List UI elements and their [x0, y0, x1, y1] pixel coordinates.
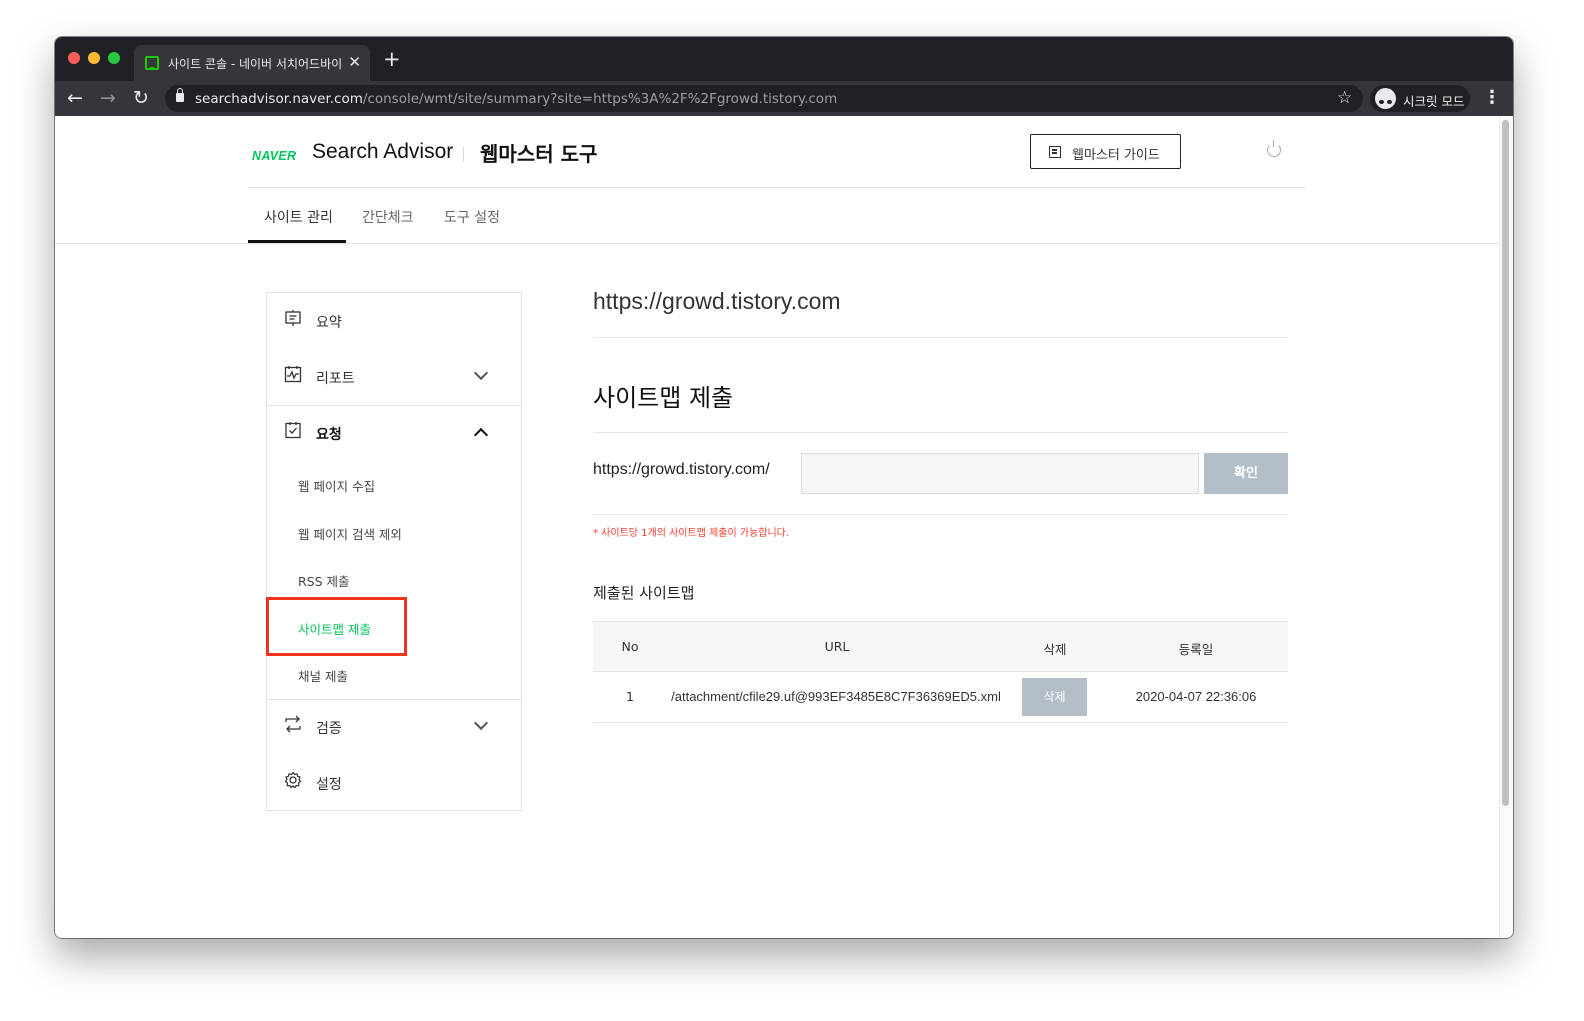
tab-quick-check[interactable]: 간단체크 — [362, 207, 414, 227]
site-url-heading: https://growd.tistory.com — [593, 288, 841, 314]
section-title: 사이트맵 제출 — [593, 384, 734, 412]
chevron-down-icon — [473, 365, 489, 381]
header-divider — [248, 187, 1306, 188]
sidebar-item-label: 설정 — [316, 777, 342, 793]
browser-toolbar: ← → ↻ searchadvisor.naver.com/console/wm… — [55, 81, 1513, 116]
swap-arrows-icon — [285, 715, 301, 733]
sidebar-item-label: 요청 — [316, 427, 342, 443]
report-icon — [284, 366, 302, 383]
highlight-annotation-box — [266, 597, 407, 656]
browser-tab[interactable]: 사이트 콘솔 - 네이버 서치어드바이저 ✕ — [134, 45, 370, 81]
sidebar-subitem-rss[interactable]: RSS 제출 — [298, 571, 350, 590]
scrollbar-thumb[interactable] — [1502, 120, 1509, 806]
summary-icon — [285, 310, 301, 326]
tab-title: 사이트 콘솔 - 네이버 서치어드바이저 — [168, 57, 343, 71]
column-header-date: 등록일 — [1178, 642, 1214, 657]
confirm-button[interactable]: 확인 — [1204, 453, 1288, 494]
sitemap-url-cell: /attachment/cfile29.uf@993EF3485E8C7F363… — [671, 689, 1001, 704]
brand-name[interactable]: Search Advisor — [312, 140, 453, 164]
sidebar-item-settings[interactable]: 설정 — [267, 755, 521, 811]
guide-button-label: 웹마스터 가이드 — [1072, 148, 1160, 163]
browser-window: 사이트 콘솔 - 네이버 서치어드바이저 ✕ + ← → ↻ searchadv… — [55, 37, 1513, 938]
chevron-up-icon — [473, 427, 489, 443]
sidebar-item-label: 리포트 — [316, 371, 355, 387]
maximize-window-button[interactable] — [108, 52, 120, 64]
back-arrow-icon[interactable]: ← — [67, 86, 83, 110]
vertical-scrollbar[interactable] — [1499, 116, 1513, 938]
minimize-window-button[interactable] — [88, 52, 100, 64]
page-title: 웹마스터 도구 — [480, 142, 598, 166]
clipboard-check-icon — [285, 422, 301, 439]
sidebar-item-summary[interactable]: 요약 — [267, 293, 521, 349]
content-divider — [593, 432, 1288, 433]
webmaster-guide-button[interactable]: 웹마스터 가이드 — [1030, 134, 1181, 169]
incognito-icon — [1375, 88, 1396, 109]
gear-icon — [284, 771, 302, 789]
forward-arrow-icon[interactable]: → — [100, 86, 116, 110]
site-favicon-icon — [145, 56, 159, 70]
url-text[interactable]: searchadvisor.naver.com/console/wmt/site… — [195, 91, 837, 107]
reload-icon[interactable]: ↻ — [133, 86, 149, 110]
url-host: searchadvisor.naver.com — [195, 91, 363, 107]
close-window-button[interactable] — [68, 52, 80, 64]
tab-site-management[interactable]: 사이트 관리 — [264, 207, 333, 227]
table-header: No URL 삭제 등록일 — [593, 621, 1288, 672]
content-divider — [593, 514, 1288, 515]
registered-date-cell: 2020-04-07 22:36:06 — [1135, 689, 1257, 704]
gnb-divider — [55, 243, 1499, 244]
sidebar-item-report[interactable]: 리포트 — [267, 349, 521, 405]
tab-bar: 사이트 콘솔 - 네이버 서치어드바이저 ✕ + — [55, 37, 1513, 81]
naver-logo[interactable]: NAVER — [252, 149, 296, 163]
document-icon — [1049, 146, 1061, 158]
sidebar-subitem-channel[interactable]: 채널 제출 — [298, 666, 348, 685]
sidebar-subitem-page-crawl[interactable]: 웹 페이지 수집 — [298, 476, 375, 495]
incognito-badge[interactable]: 시크릿 모드 — [1370, 85, 1470, 112]
sidebar-item-verify[interactable]: 검증 — [267, 699, 521, 755]
table-row: 1 /attachment/cfile29.uf@993EF3485E8C7F3… — [593, 672, 1288, 723]
delete-button[interactable]: 삭제 — [1022, 678, 1087, 716]
column-header-delete: 삭제 — [1043, 642, 1067, 657]
bookmark-star-icon[interactable]: ☆ — [1337, 85, 1352, 111]
sidebar: 요약 리포트 요청 웹 페이지 수집 웹 페이지 검색 제외 RSS 제출 사이… — [266, 292, 522, 811]
sitemap-url-prefix: https://growd.tistory.com/ — [593, 461, 770, 478]
page-viewport: NAVER Search Advisor 웹마스터 도구 웹마스터 가이드 사이… — [55, 116, 1513, 938]
logout-power-icon[interactable] — [1267, 140, 1281, 157]
tab-tool-settings[interactable]: 도구 설정 — [444, 207, 500, 227]
browser-menu-icon[interactable]: ⋮ — [1483, 85, 1501, 111]
sidebar-subitem-page-exclude[interactable]: 웹 페이지 검색 제외 — [298, 524, 402, 543]
sidebar-item-request[interactable]: 요청 — [267, 405, 521, 461]
sidebar-item-label: 검증 — [316, 721, 342, 737]
sitemap-url-input[interactable] — [801, 453, 1199, 494]
content-divider — [593, 337, 1288, 338]
sitemap-limit-note: * 사이트당 1개의 사이트맵 제출이 가능합니다. — [593, 528, 790, 539]
column-header-no: No — [621, 639, 639, 654]
new-tab-button[interactable]: + — [383, 48, 401, 70]
row-number: 1 — [626, 689, 634, 704]
chevron-down-icon — [473, 715, 489, 731]
brand-divider — [463, 147, 464, 162]
column-header-url: URL — [824, 639, 850, 654]
lock-icon — [176, 88, 184, 102]
submitted-sitemaps-title: 제출된 사이트맵 — [593, 584, 695, 602]
tab-close-icon[interactable]: ✕ — [348, 53, 361, 71]
url-path: /console/wmt/site/summary?site=https%3A%… — [362, 91, 838, 107]
sidebar-item-label: 요약 — [316, 315, 342, 331]
incognito-label: 시크릿 모드 — [1403, 94, 1465, 109]
address-bar[interactable]: searchadvisor.naver.com/console/wmt/site… — [165, 85, 1363, 112]
